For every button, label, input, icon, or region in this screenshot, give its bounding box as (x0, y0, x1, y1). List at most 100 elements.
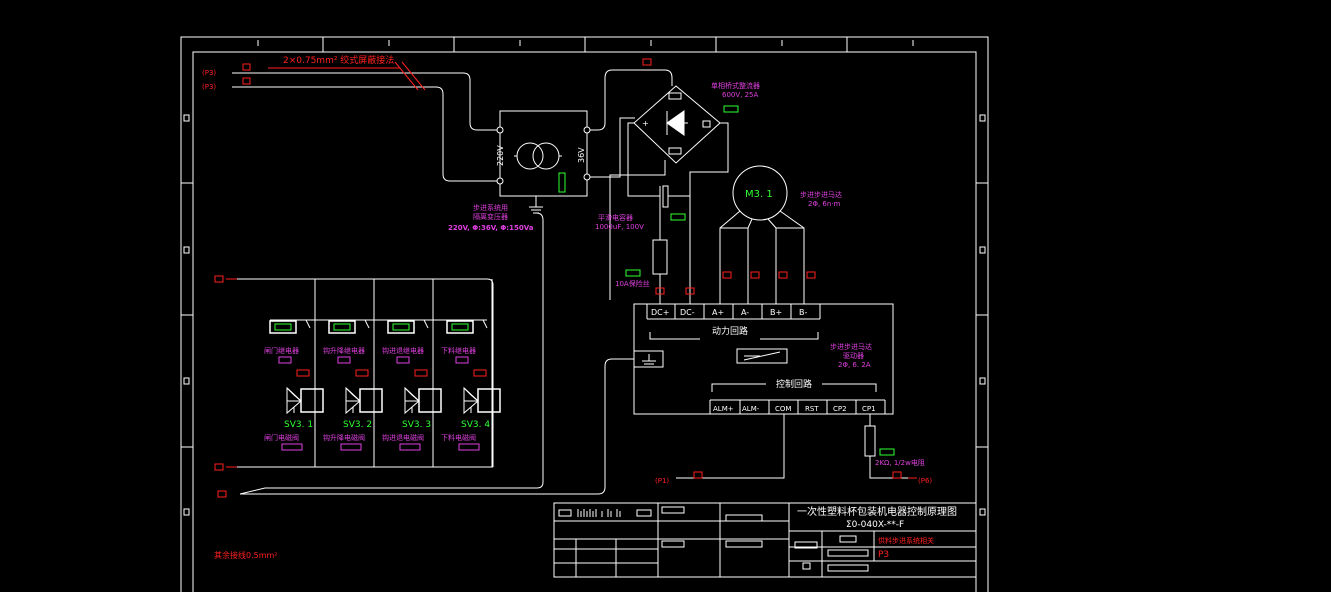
ground-symbol-transformer (529, 196, 543, 214)
driver-terminal-b-minus: B- (799, 308, 807, 317)
driver-terminal-alm-minus: ALM- (742, 405, 760, 413)
transformer-label-1: 步进系统用 (473, 203, 508, 212)
rectifier-plus: + (642, 119, 649, 128)
driver-terminal-a-plus: A+ (712, 308, 724, 317)
driver-terminal-alm-plus: ALM+ (713, 405, 734, 413)
driver-label-2: 驱动器 (843, 351, 864, 360)
valve-tag: SV3. 3 (402, 420, 431, 430)
relay-group: 闸门继电器 SV3. 1 闸门电磁阀 钩升降继电器 SV3. 2 钩升降电磁阀 钩进退继电器… (264, 319, 501, 451)
relay-coil-tag (274, 323, 292, 331)
shielded-pair-wires (232, 72, 500, 182)
relay-label-tag (396, 356, 410, 364)
fuse-label: 10A保险丝 (615, 279, 650, 288)
valve-name: 闸门电磁阀 (264, 433, 299, 442)
fuse-tag (625, 269, 641, 277)
relay-coil-tag (451, 323, 469, 331)
driver-terminal-dc-plus: DC+ (651, 308, 669, 317)
bank-wire-tags (214, 275, 237, 498)
relay-label: 钩进退继电器 (382, 346, 424, 355)
transformer-secondary-voltage: 36V (577, 147, 586, 163)
transformer-primary-voltage: 220V (496, 145, 505, 166)
relay-coil (328, 320, 356, 334)
relay-wire-tag (296, 369, 310, 377)
motor-wire-tags (722, 271, 816, 279)
p1-ref: (P1) (655, 477, 669, 485)
driver-terminal-rst: RST (805, 405, 819, 413)
driver-ground (642, 354, 656, 365)
capacitor-label-2: 1000uF, 100V (595, 223, 644, 231)
relay-column: 钩升降继电器 SV3. 2 钩升降电磁阀 (323, 319, 383, 451)
valve-name-tag (399, 443, 421, 451)
motor-tag: M3. 1 (745, 189, 773, 200)
driver-terminal-cp1: CP1 (862, 405, 876, 413)
title-block-tick-marks (577, 509, 621, 517)
relay-column: 钩进退继电器 SV3. 3 钩进退电磁阀 (382, 319, 442, 451)
schematic-canvas: 2×0.75mm² 绞式屏蔽接法 (P3) (P3) 220V 36V 步进系统… (180, 36, 989, 592)
transformer-tag (558, 172, 566, 193)
valve-name: 钩升降电磁阀 (323, 433, 365, 442)
wiring-note: 其余接线0.5mm² (214, 550, 278, 560)
drawing-subtitle: 供料步进系统相关 (878, 536, 934, 545)
relay-label-tag (455, 356, 469, 364)
valve-solenoid (418, 388, 442, 413)
relay-column: 闸门继电器 SV3. 1 闸门电磁阀 (264, 319, 324, 451)
drawing-title: 一次性塑料杯包装机电器控制原理图 (797, 505, 957, 518)
secondary-wires (590, 69, 673, 300)
relay-coil (387, 320, 415, 334)
resistor-label: 2KΩ, 1/2w电阻 (875, 458, 925, 467)
driver-terminal-com: COM (775, 405, 791, 413)
relay-coil (446, 320, 474, 334)
resistor-tag (879, 448, 895, 456)
valve-solenoid (300, 388, 324, 413)
p3-ref-b: (P3) (202, 83, 216, 91)
relay-label: 下料继电器 (441, 346, 476, 355)
driver-terminal-dc-minus: DC- (680, 308, 695, 317)
valve-name: 下料电磁阀 (441, 433, 476, 442)
relay-wire-tag (414, 369, 428, 377)
power-circuit-label: 动力回路 (712, 325, 748, 337)
valve-solenoid (359, 388, 383, 413)
driver-terminal-b-plus: B+ (770, 308, 782, 317)
relay-label-tag (278, 356, 292, 364)
relay-coil-tag (392, 323, 410, 331)
relay-column: 下料继电器 SV3. 4 下料电磁阀 (441, 319, 501, 451)
p6-ref: (P6) (918, 477, 932, 485)
relay-label: 闸门继电器 (264, 346, 299, 355)
drawing-code: Σ0-040X-**-F (846, 520, 904, 530)
driver-terminal-cp2: CP2 (833, 405, 847, 413)
sheet-number: P3 (878, 550, 889, 560)
motor-leads (719, 210, 805, 304)
driver-terminal-a-minus: A- (741, 308, 749, 317)
p3-ref-a: (P3) (202, 69, 216, 77)
driver-label-1: 步进步进马达 (830, 342, 872, 351)
rectifier-label-1: 单相桥式整流器 (711, 81, 760, 90)
resistor-symbol (864, 425, 876, 457)
driver-label-3: 2Φ, 6. 2A (838, 361, 871, 369)
valve-name: 钩进退电磁阀 (382, 433, 424, 442)
relay-wire-tag (355, 369, 369, 377)
control-wire-tags (693, 471, 917, 479)
valve-name-tag (340, 443, 362, 451)
rectifier-label-2: 600V, 25A (722, 91, 759, 99)
dc-wire-tags (655, 287, 695, 295)
shield-braid-lines (268, 61, 426, 91)
capacitor-tag (670, 213, 686, 221)
smoothing-capacitor (659, 185, 669, 208)
valve-solenoid (477, 388, 501, 413)
relay-coil-tag (333, 323, 351, 331)
relay-label: 钩升降继电器 (323, 346, 365, 355)
motor-label-2: 2Φ, 6n·m (808, 200, 841, 208)
relay-wire-tag (473, 369, 487, 377)
fuse-symbol (652, 239, 668, 275)
twisted-pair-label: 2×0.75mm² 绞式屏蔽接法 (283, 54, 394, 66)
valve-name-tag (458, 443, 480, 451)
relay-coil (269, 320, 297, 334)
control-circuit-label: 控制回路 (776, 378, 812, 390)
valve-tag: SV3. 4 (461, 420, 490, 430)
valve-tag: SV3. 2 (343, 420, 372, 430)
motor-label-1: 步进步进马达 (800, 190, 842, 199)
capacitor-label-1: 平滑电容器 (598, 213, 633, 222)
transformer-label-2: 隔离变压器 (473, 212, 508, 221)
rectifier-tag (723, 105, 739, 113)
frame-zone-marks (181, 37, 988, 516)
